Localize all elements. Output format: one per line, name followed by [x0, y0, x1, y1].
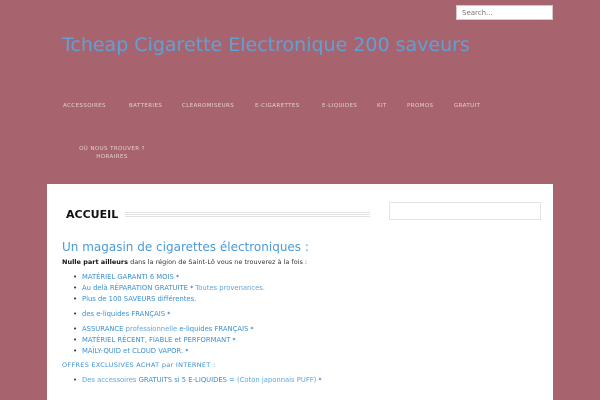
offers-heading: OFFRES EXCLUSIVES ACHAT par INTERNET :: [62, 361, 216, 369]
feature-list: MATÉRIEL GARANTI 6 MOIS * Au delà RÉPARA…: [73, 272, 265, 357]
star-icon: *: [232, 337, 236, 344]
intro-rest: dans la région de Saint-Lô vous ne trouv…: [128, 258, 308, 266]
list-item: Au delà RÉPARATION GRATUITE * Toutes pro…: [73, 283, 265, 294]
list-item: MATÉRIEL GARANTI 6 MOIS *: [73, 272, 265, 283]
site-title[interactable]: Tcheap Cigarette Electronique 200 saveur…: [62, 34, 470, 56]
list-item: MAÏLY-QUID et CLOUD VAPOR. *: [73, 346, 265, 357]
page-title: ACCUEIL: [66, 208, 119, 221]
intro-bold: Nulle part ailleurs: [62, 258, 128, 266]
star-icon: *: [167, 311, 171, 318]
nav-item-promos[interactable]: PROMOS: [407, 103, 433, 109]
nav-item-gratuit[interactable]: GRATUIT: [454, 103, 480, 109]
nav-item-batteries[interactable]: BATTERIES: [129, 103, 162, 109]
title-divider: [125, 211, 370, 217]
nav-item-kit[interactable]: KIT: [377, 103, 387, 109]
star-icon: *: [318, 377, 322, 384]
sidebar-widget: [389, 202, 541, 220]
offer-item: Des accessoires GRATUITS si 5 E-LIQUIDES…: [73, 376, 321, 384]
nav-item-e-cigarettes[interactable]: E-CIGARETTES: [255, 103, 300, 109]
intro-text: Nulle part ailleurs dans la région de Sa…: [62, 258, 307, 266]
star-icon: *: [185, 348, 189, 355]
star-icon: *: [176, 274, 180, 281]
list-item: Plus de 100 SAVEURS différentes.: [73, 294, 265, 305]
search-input[interactable]: [456, 5, 553, 20]
intro-heading: Un magasin de cigarettes électroniques :: [62, 240, 309, 254]
nav-item-e-liquides[interactable]: E-LIQUIDES: [322, 103, 357, 109]
list-item: des e-liquides FRANÇAIS *: [73, 309, 265, 320]
nav-item-ou-nous-trouver[interactable]: OÙ NOUS TROUVER ? HORAIRES: [72, 145, 152, 161]
list-item: ASSURANCE professionnelle e-liquides FRA…: [73, 324, 265, 335]
list-item: MATÉRIEL RÉCENT, FIABLE et PERFORMANT *: [73, 335, 265, 346]
nav-item-accessoires[interactable]: ACCESSOIRES: [63, 103, 106, 109]
nav-item-clearomiseurs[interactable]: CLEAROMISEURS: [182, 103, 234, 109]
content-panel: ACCUEIL Un magasin de cigarettes électro…: [47, 184, 553, 400]
star-icon: *: [250, 326, 254, 333]
